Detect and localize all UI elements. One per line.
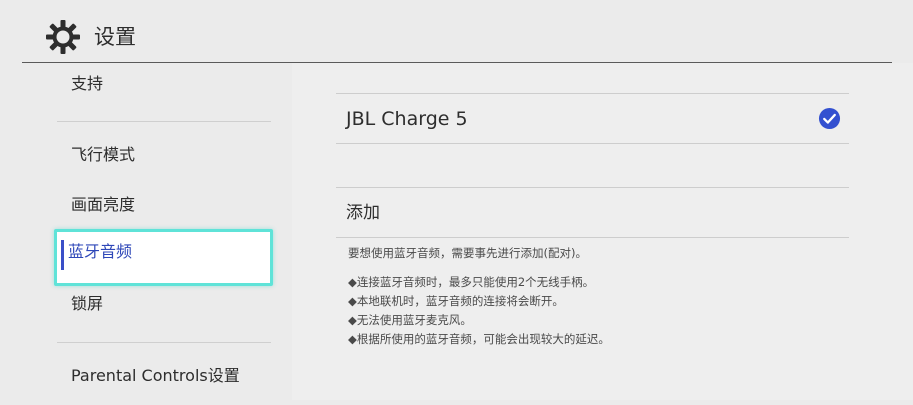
sidebar-item-airplane-mode[interactable]: 飞行模式	[57, 132, 272, 184]
sidebar-item-bluetooth-audio[interactable]: 蓝牙音频	[54, 229, 273, 286]
note-item: ◆本地联机时，蓝牙音频的连接将会断开。	[348, 294, 564, 308]
sidebar-item-screen-brightness[interactable]: 画面亮度	[57, 182, 272, 234]
pairing-instruction: 要想使用蓝牙音频，需要事先进行添加(配对)。	[348, 246, 587, 260]
paired-device-row[interactable]: JBL Charge 5	[336, 94, 849, 144]
sidebar-item-lock-screen[interactable]: 锁屏	[57, 281, 272, 333]
page-title: 设置	[94, 25, 136, 49]
check-circle-icon	[818, 107, 841, 130]
sidebar-divider	[57, 342, 271, 343]
main-panel: JBL Charge 5 添加 要想使用蓝牙音频，需要事先进行添加(配对)。 ◆…	[292, 63, 913, 400]
device-name: JBL Charge 5	[346, 108, 468, 130]
sidebar: 支持 飞行模式 画面亮度 蓝牙音频 锁屏 Parental Controls设置	[0, 63, 292, 400]
add-device-button[interactable]: 添加	[336, 188, 849, 238]
divider	[336, 237, 849, 238]
sidebar-item-support[interactable]: 支持	[57, 61, 272, 113]
sidebar-item-label: 蓝牙音频	[68, 242, 133, 261]
sidebar-item-label: 飞行模式	[71, 145, 136, 164]
sidebar-item-label: Parental Controls设置	[71, 366, 240, 385]
add-label: 添加	[346, 203, 380, 223]
gear-icon	[46, 20, 80, 54]
note-item: ◆无法使用蓝牙麦克风。	[348, 313, 472, 327]
sidebar-item-label: 支持	[71, 74, 104, 93]
selection-indicator	[61, 240, 64, 270]
sidebar-divider	[57, 121, 271, 122]
divider	[336, 143, 849, 144]
notes-list: ◆连接蓝牙音频时，最多只能使用2个无线手柄。 ◆本地联机时，蓝牙音频的连接将会断…	[348, 273, 610, 349]
note-item: ◆连接蓝牙音频时，最多只能使用2个无线手柄。	[348, 275, 595, 289]
header-bar: 设置	[0, 0, 913, 63]
sidebar-item-label: 画面亮度	[71, 195, 136, 214]
note-item: ◆根据所使用的蓝牙音频，可能会出现较大的延迟。	[348, 332, 610, 346]
sidebar-item-parental-controls[interactable]: Parental Controls设置	[57, 353, 272, 405]
sidebar-item-label: 锁屏	[71, 294, 104, 313]
